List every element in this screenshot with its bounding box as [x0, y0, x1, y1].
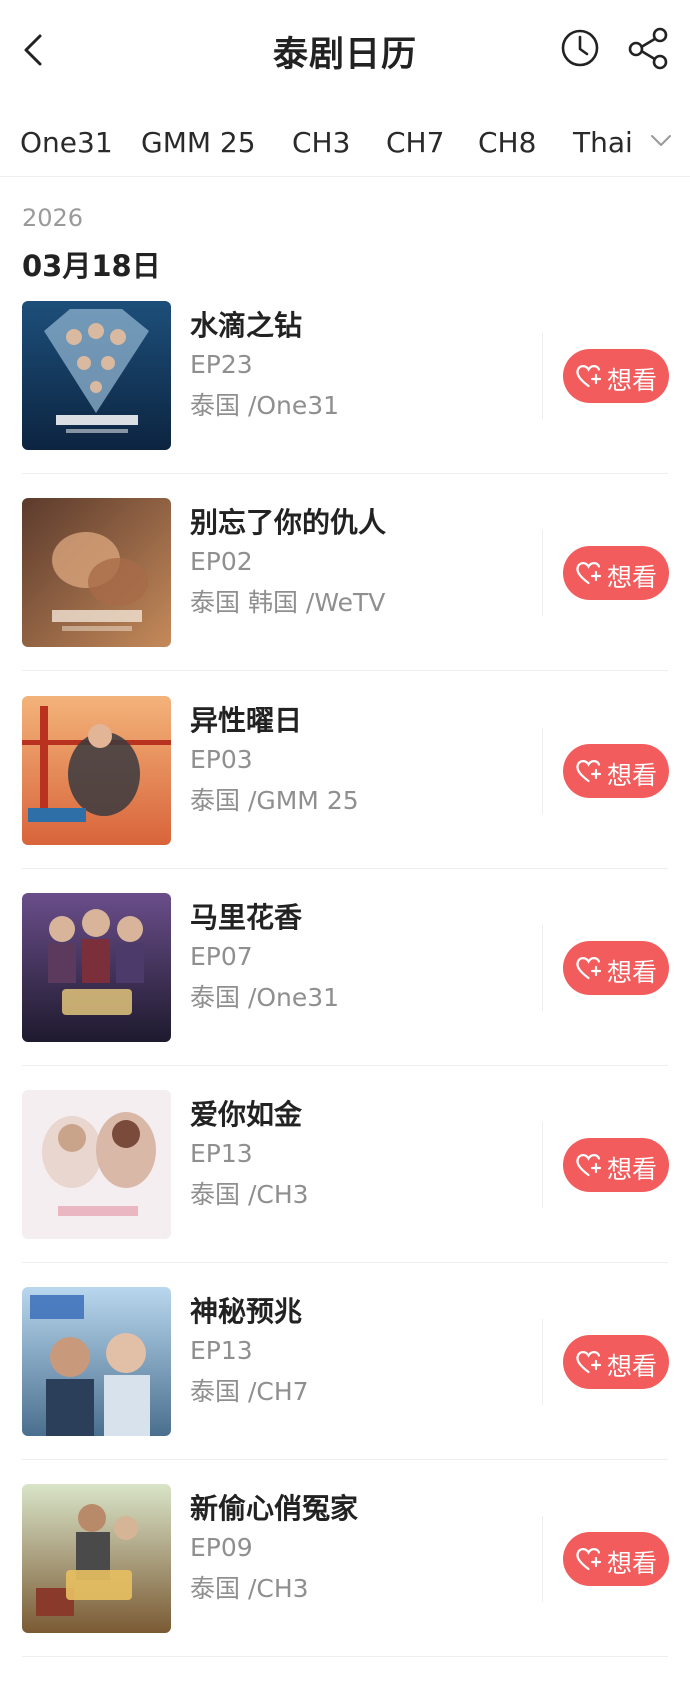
tab-ch7[interactable]: CH7 — [386, 126, 444, 159]
episode-label: EP09 — [190, 1533, 253, 1562]
want-to-watch-button[interactable]: 想看 — [563, 1138, 669, 1192]
heart-plus-icon — [576, 957, 602, 980]
divider — [542, 333, 543, 419]
row-divider — [22, 1656, 668, 1657]
drama-title: 马里花香 — [190, 901, 303, 934]
want-to-watch-label: 想看 — [607, 958, 658, 987]
poster-image[interactable] — [22, 301, 171, 450]
heart-plus-icon — [576, 1548, 602, 1571]
heart-plus-icon — [576, 365, 602, 388]
want-to-watch-button[interactable]: 想看 — [563, 941, 669, 995]
poster-image[interactable] — [22, 1090, 171, 1239]
drama-title: 神秘预兆 — [190, 1295, 303, 1328]
drama-meta: 泰国 /GMM 25 — [190, 786, 359, 815]
drama-meta: 泰国 /CH7 — [190, 1377, 309, 1406]
row-divider — [22, 670, 668, 671]
divider — [542, 1516, 543, 1602]
row-divider — [22, 1065, 668, 1066]
drama-meta: 泰国 /CH3 — [190, 1574, 309, 1603]
divider — [542, 530, 543, 616]
row-divider — [22, 473, 668, 474]
drama-meta: 泰国 /One31 — [190, 983, 340, 1012]
divider — [542, 1319, 543, 1405]
want-to-watch-button[interactable]: 想看 — [563, 1532, 669, 1586]
episode-label: EP02 — [190, 547, 253, 576]
poster-image[interactable] — [22, 893, 171, 1042]
want-to-watch-label: 想看 — [607, 563, 658, 592]
heart-plus-icon — [576, 760, 602, 783]
list-item[interactable]: 爱你如金 EP13 泰国 /CH3 想看 — [0, 1090, 690, 1287]
row-divider — [22, 1262, 668, 1263]
divider — [542, 728, 543, 814]
app-header: 泰剧日历 — [0, 0, 690, 104]
list-item[interactable]: 水滴之钻 EP23 泰国 /One31 想看 — [0, 301, 690, 498]
row-divider — [22, 1459, 668, 1460]
list-item[interactable]: 马里花香 EP07 泰国 /One31 想看 — [0, 893, 690, 1090]
want-to-watch-label: 想看 — [607, 366, 658, 395]
drama-title: 水滴之钻 — [190, 309, 303, 342]
want-to-watch-button[interactable]: 想看 — [563, 546, 669, 600]
list-item[interactable]: 异性曜日 EP03 泰国 /GMM 25 想看 — [0, 696, 690, 893]
drama-title: 爱你如金 — [190, 1098, 303, 1131]
channel-tabs: One31 GMM 25 CH3 CH7 CH8 Thai — [0, 104, 690, 177]
poster-image[interactable] — [22, 1287, 171, 1436]
drama-meta: 泰国 /One31 — [190, 391, 340, 420]
episode-label: EP13 — [190, 1139, 253, 1168]
heart-plus-icon — [576, 1351, 602, 1374]
drama-meta: 泰国 韩国 /WeTV — [190, 588, 386, 617]
schedule-date: 03月18日 — [22, 249, 161, 283]
tab-one31[interactable]: One31 — [20, 126, 113, 159]
drama-title: 别忘了你的仇人 — [190, 506, 387, 539]
share-icon[interactable] — [624, 24, 672, 72]
tab-thai[interactable]: Thai — [573, 126, 633, 159]
schedule-year: 2026 — [22, 204, 84, 232]
heart-plus-icon — [576, 562, 602, 585]
divider — [542, 925, 543, 1011]
want-to-watch-button[interactable]: 想看 — [563, 1335, 669, 1389]
poster-image[interactable] — [22, 1484, 171, 1633]
tab-gmm25[interactable]: GMM 25 — [141, 126, 256, 159]
drama-meta: 泰国 /CH3 — [190, 1180, 309, 1209]
want-to-watch-button[interactable]: 想看 — [563, 349, 669, 403]
drama-title: 新偷心俏冤家 — [190, 1492, 359, 1525]
list-item[interactable]: 神秘预兆 EP13 泰国 /CH7 想看 — [0, 1287, 690, 1484]
divider — [542, 1122, 543, 1208]
poster-image[interactable] — [22, 696, 171, 845]
want-to-watch-label: 想看 — [607, 1155, 658, 1184]
row-divider — [22, 868, 668, 869]
list-item[interactable]: 新偷心俏冤家 EP09 泰国 /CH3 想看 — [0, 1484, 690, 1681]
drama-title: 异性曜日 — [190, 704, 303, 737]
list-item[interactable]: 别忘了你的仇人 EP02 泰国 韩国 /WeTV 想看 — [0, 498, 690, 695]
episode-label: EP07 — [190, 942, 253, 971]
tab-ch3[interactable]: CH3 — [292, 126, 350, 159]
episode-label: EP03 — [190, 745, 253, 774]
clock-icon[interactable] — [556, 24, 604, 72]
chevron-down-icon[interactable] — [648, 132, 674, 150]
poster-image[interactable] — [22, 498, 171, 647]
want-to-watch-button[interactable]: 想看 — [563, 744, 669, 798]
want-to-watch-label: 想看 — [607, 761, 658, 790]
episode-label: EP13 — [190, 1336, 253, 1365]
want-to-watch-label: 想看 — [607, 1352, 658, 1381]
heart-plus-icon — [576, 1154, 602, 1177]
want-to-watch-label: 想看 — [607, 1549, 658, 1578]
episode-label: EP23 — [190, 350, 253, 379]
tab-ch8[interactable]: CH8 — [478, 126, 536, 159]
